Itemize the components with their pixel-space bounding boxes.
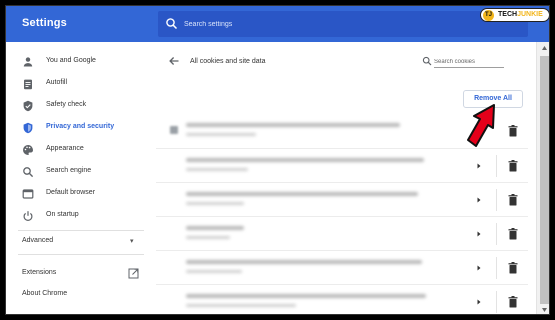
- cookie-site-row[interactable]: [156, 216, 528, 250]
- sidebar-item-label: Safety check: [46, 101, 87, 108]
- sidebar-item-label: You and Google: [46, 57, 96, 64]
- scrollbar-thumb[interactable]: [540, 56, 549, 304]
- expand-arrow-icon[interactable]: [475, 264, 483, 272]
- row-divider: [496, 223, 497, 245]
- trash-icon[interactable]: [508, 194, 518, 206]
- sidebar-item-privacy-and-security[interactable]: Privacy and security: [6, 118, 156, 138]
- main-content: All cookies and site data Remove All: [156, 42, 536, 314]
- watermark-logo: TJ: [483, 10, 494, 21]
- sidebar-item-autofill[interactable]: Autofill: [6, 74, 156, 94]
- sidebar-item-label: On startup: [46, 211, 79, 218]
- page-title: All cookies and site data: [190, 58, 266, 65]
- trash-icon[interactable]: [508, 296, 518, 308]
- chevron-down-icon[interactable]: ▾: [130, 237, 134, 245]
- sidebar-item-safety-check[interactable]: Safety check: [6, 96, 156, 116]
- row-divider: [496, 257, 497, 279]
- site-name-redacted: [186, 192, 418, 196]
- sidebar-advanced-toggle[interactable]: Advanced: [22, 237, 53, 244]
- search-icon: [422, 56, 432, 66]
- site-detail-redacted: [186, 133, 256, 136]
- scroll-down-arrow-icon[interactable]: [541, 307, 548, 313]
- settings-sidebar: You and Google Autofill Safety check Pri…: [6, 42, 156, 314]
- watermark-badge: TJ TECHJUNKIE: [480, 8, 549, 22]
- sidebar-item-extensions[interactable]: Extensions: [22, 269, 56, 276]
- settings-search-input[interactable]: [184, 17, 514, 31]
- settings-header: Settings TJ TECHJUNKIE: [6, 6, 549, 42]
- search-icon: [23, 167, 34, 178]
- row-divider: [496, 291, 497, 313]
- browser-icon: [22, 189, 34, 199]
- open-in-new-icon[interactable]: [128, 268, 139, 279]
- site-detail-redacted: [186, 270, 242, 273]
- trash-icon[interactable]: [508, 262, 518, 274]
- cookie-site-row[interactable]: [156, 182, 528, 216]
- expand-arrow-icon[interactable]: [475, 196, 483, 204]
- clipboard-icon: [24, 79, 32, 90]
- watermark-prefix: TECH: [498, 11, 518, 18]
- sidebar-divider: [18, 254, 144, 255]
- sidebar-item-appearance[interactable]: Appearance: [6, 140, 156, 160]
- watermark-suffix: JUNKIE: [517, 11, 543, 18]
- scroll-up-arrow-icon[interactable]: [541, 45, 548, 51]
- sidebar-item-about-chrome[interactable]: About Chrome: [22, 290, 67, 297]
- search-cookies-input[interactable]: [434, 56, 504, 68]
- sidebar-divider: [18, 230, 144, 231]
- site-detail-redacted: [186, 236, 230, 239]
- site-name-redacted: [186, 158, 424, 162]
- sidebar-item-label: Default browser: [46, 189, 96, 196]
- cookie-site-row[interactable]: [156, 284, 528, 314]
- person-icon: [23, 57, 33, 67]
- back-arrow-icon[interactable]: [168, 55, 180, 67]
- sidebar-item-default-browser[interactable]: Default browser: [6, 184, 156, 204]
- browser-window: Settings TJ TECHJUNKIE You and Google Aut…: [5, 5, 550, 315]
- shield-check-icon: [23, 100, 33, 112]
- row-divider: [496, 189, 497, 211]
- trash-icon[interactable]: [508, 125, 518, 137]
- sidebar-item-you-and-google[interactable]: You and Google: [6, 52, 156, 72]
- cookie-site-row[interactable]: [156, 250, 528, 284]
- site-detail-redacted: [186, 168, 248, 171]
- cookie-site-row[interactable]: [156, 148, 528, 182]
- cookies-card: All cookies and site data Remove All: [156, 42, 536, 314]
- expand-arrow-icon[interactable]: [475, 230, 483, 238]
- sidebar-item-label: Search engine: [46, 167, 92, 174]
- app-title: Settings: [22, 17, 67, 29]
- site-name-redacted: [186, 294, 426, 298]
- search-icon: [166, 18, 178, 30]
- expand-arrow-icon[interactable]: [475, 298, 483, 306]
- site-name-redacted: [186, 123, 400, 127]
- vertical-scrollbar[interactable]: [536, 42, 549, 314]
- shield-icon: [23, 122, 33, 134]
- site-name-redacted: [186, 226, 244, 230]
- settings-search-box[interactable]: [158, 11, 528, 37]
- site-detail-redacted: [186, 304, 296, 307]
- power-icon: [23, 211, 33, 221]
- site-name-redacted: [186, 260, 422, 264]
- annotation-arrow-icon: [467, 104, 495, 147]
- trash-icon[interactable]: [508, 228, 518, 240]
- trash-icon[interactable]: [508, 160, 518, 172]
- sidebar-item-search-engine[interactable]: Search engine: [6, 162, 156, 182]
- site-detail-redacted: [186, 202, 244, 205]
- palette-icon: [23, 145, 33, 155]
- row-divider: [496, 155, 497, 177]
- sidebar-item-label: Privacy and security: [46, 123, 115, 130]
- sidebar-item-on-startup[interactable]: On startup: [6, 206, 156, 226]
- expand-arrow-icon[interactable]: [475, 162, 483, 170]
- sidebar-item-label: Autofill: [46, 79, 68, 86]
- site-favicon: [170, 126, 178, 134]
- sidebar-item-label: Appearance: [46, 145, 84, 152]
